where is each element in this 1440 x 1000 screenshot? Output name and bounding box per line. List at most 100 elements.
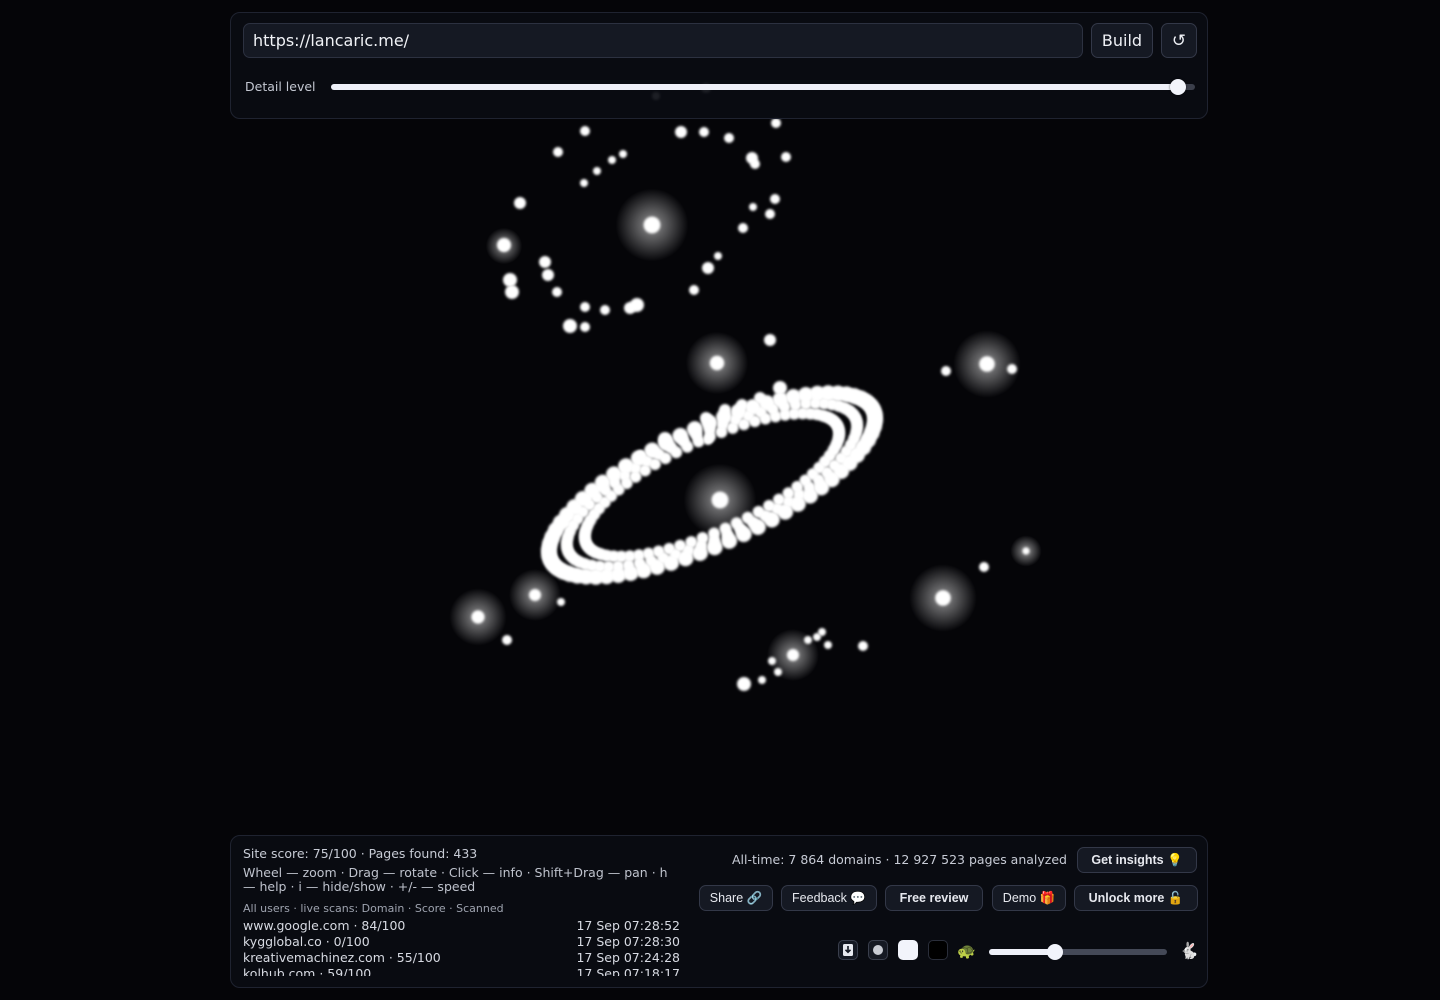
graph-node[interactable]	[763, 499, 776, 512]
graph-node[interactable]	[715, 426, 728, 438]
graph-node[interactable]	[557, 598, 565, 606]
graph-node[interactable]	[813, 633, 821, 641]
speed-slider[interactable]	[989, 944, 1167, 960]
graph-node[interactable]	[702, 262, 714, 274]
build-button[interactable]: Build	[1091, 23, 1153, 58]
graph-node[interactable]	[580, 322, 590, 332]
graph-node[interactable]	[774, 668, 782, 676]
graph-node[interactable]	[781, 152, 791, 162]
list-item[interactable]: kolhub.com · 59/100 17 Sep 07:18:17	[243, 966, 683, 976]
graph-node[interactable]	[759, 412, 772, 425]
get-insights-button[interactable]: Get insights 💡	[1077, 847, 1197, 873]
graph-node[interactable]	[700, 412, 712, 424]
graph-node[interactable]	[563, 319, 577, 333]
graph-node[interactable]	[580, 179, 588, 187]
graph-node[interactable]	[758, 676, 766, 684]
graph-node[interactable]	[773, 381, 787, 395]
graph-node[interactable]	[670, 446, 683, 459]
download-button[interactable]	[838, 940, 858, 960]
graph-node[interactable]	[749, 203, 757, 211]
node-size-toggle[interactable]	[868, 940, 888, 960]
graph-node[interactable]	[858, 641, 868, 651]
graph-node[interactable]	[636, 450, 646, 460]
url-input[interactable]	[243, 23, 1083, 58]
live-scans-list[interactable]: www.google.com · 84/100 17 Sep 07:28:52 …	[243, 918, 683, 976]
speed-thumb[interactable]	[1046, 944, 1063, 960]
graph-node[interactable]	[663, 542, 676, 555]
graph-node[interactable]	[648, 458, 661, 471]
graph-node[interactable]	[737, 418, 750, 431]
graph-node[interactable]	[941, 366, 951, 376]
light-theme-button[interactable]	[898, 940, 918, 960]
reset-button[interactable]: ↺	[1161, 23, 1197, 58]
graph-node[interactable]	[847, 408, 859, 421]
graph-node[interactable]	[689, 285, 699, 295]
graph-node[interactable]	[497, 238, 511, 252]
graph-node[interactable]	[768, 657, 776, 665]
dark-theme-button[interactable]	[928, 940, 948, 960]
graph-node[interactable]	[765, 209, 775, 219]
graph-node[interactable]	[624, 302, 636, 314]
graph-node[interactable]	[752, 505, 765, 518]
graph-node[interactable]	[675, 126, 687, 138]
graph-node[interactable]	[738, 223, 748, 233]
list-item[interactable]: kygglobal.co · 0/100 17 Sep 07:28:30	[243, 934, 683, 950]
graph-node[interactable]	[730, 517, 743, 530]
graph-node[interactable]	[708, 527, 721, 540]
graph-node[interactable]	[726, 421, 739, 434]
unlock-more-button[interactable]: Unlock more 🔓	[1074, 885, 1198, 911]
graph-node[interactable]	[584, 494, 592, 502]
graph-node[interactable]	[553, 147, 563, 157]
graph-node[interactable]	[685, 536, 698, 549]
graph-node[interactable]	[580, 302, 590, 312]
graph-node[interactable]	[773, 493, 785, 506]
graph-node[interactable]	[674, 539, 687, 552]
graph-node[interactable]	[639, 464, 651, 477]
graph-node[interactable]	[502, 635, 512, 645]
graph-node[interactable]	[741, 511, 754, 524]
graph-node[interactable]	[580, 126, 590, 136]
list-item[interactable]: www.google.com · 84/100 17 Sep 07:28:52	[243, 918, 683, 934]
graph-node[interactable]	[709, 355, 725, 371]
share-button[interactable]: Share 🔗	[699, 885, 773, 911]
graph-node[interactable]	[620, 463, 628, 471]
graph-node[interactable]	[711, 491, 729, 509]
graph-node[interactable]	[573, 506, 581, 514]
graph-node[interactable]	[643, 216, 661, 234]
graph-node[interactable]	[542, 269, 554, 281]
detail-level-slider[interactable]	[331, 79, 1195, 95]
graph-node[interactable]	[696, 532, 709, 544]
graph-node[interactable]	[703, 435, 713, 445]
graph-node[interactable]	[529, 589, 541, 601]
graph-node[interactable]	[562, 519, 570, 527]
graph-node[interactable]	[754, 392, 766, 404]
graph-node[interactable]	[505, 285, 519, 299]
list-item[interactable]: kreativemachinez.com · 55/100 17 Sep 07:…	[243, 950, 683, 966]
graph-node[interactable]	[935, 590, 951, 606]
detail-level-thumb[interactable]	[1169, 79, 1186, 95]
graph-node[interactable]	[737, 677, 751, 691]
graph-node[interactable]	[770, 194, 780, 204]
graph-node[interactable]	[514, 197, 526, 209]
graph-node[interactable]	[593, 167, 601, 175]
graph-node[interactable]	[539, 256, 551, 268]
graph-node[interactable]	[862, 397, 879, 414]
graph-node[interactable]	[1007, 364, 1017, 374]
graph-node[interactable]	[787, 649, 799, 661]
graph-node[interactable]	[503, 273, 517, 287]
graph-node[interactable]	[619, 150, 627, 158]
graph-node[interactable]	[608, 156, 616, 164]
graph-node[interactable]	[804, 636, 812, 644]
graph-node[interactable]	[600, 305, 610, 315]
graph-node[interactable]	[714, 252, 722, 260]
graph-node[interactable]	[658, 432, 672, 446]
graph-node[interactable]	[471, 610, 485, 624]
graph-node[interactable]	[724, 133, 734, 143]
graph-node[interactable]	[719, 404, 731, 416]
graph-node[interactable]	[771, 118, 781, 128]
graph-node[interactable]	[692, 435, 705, 448]
graph-node[interactable]	[719, 522, 732, 535]
graph-node[interactable]	[596, 484, 604, 492]
graph-node[interactable]	[829, 416, 842, 429]
graph-node[interactable]	[736, 399, 748, 411]
